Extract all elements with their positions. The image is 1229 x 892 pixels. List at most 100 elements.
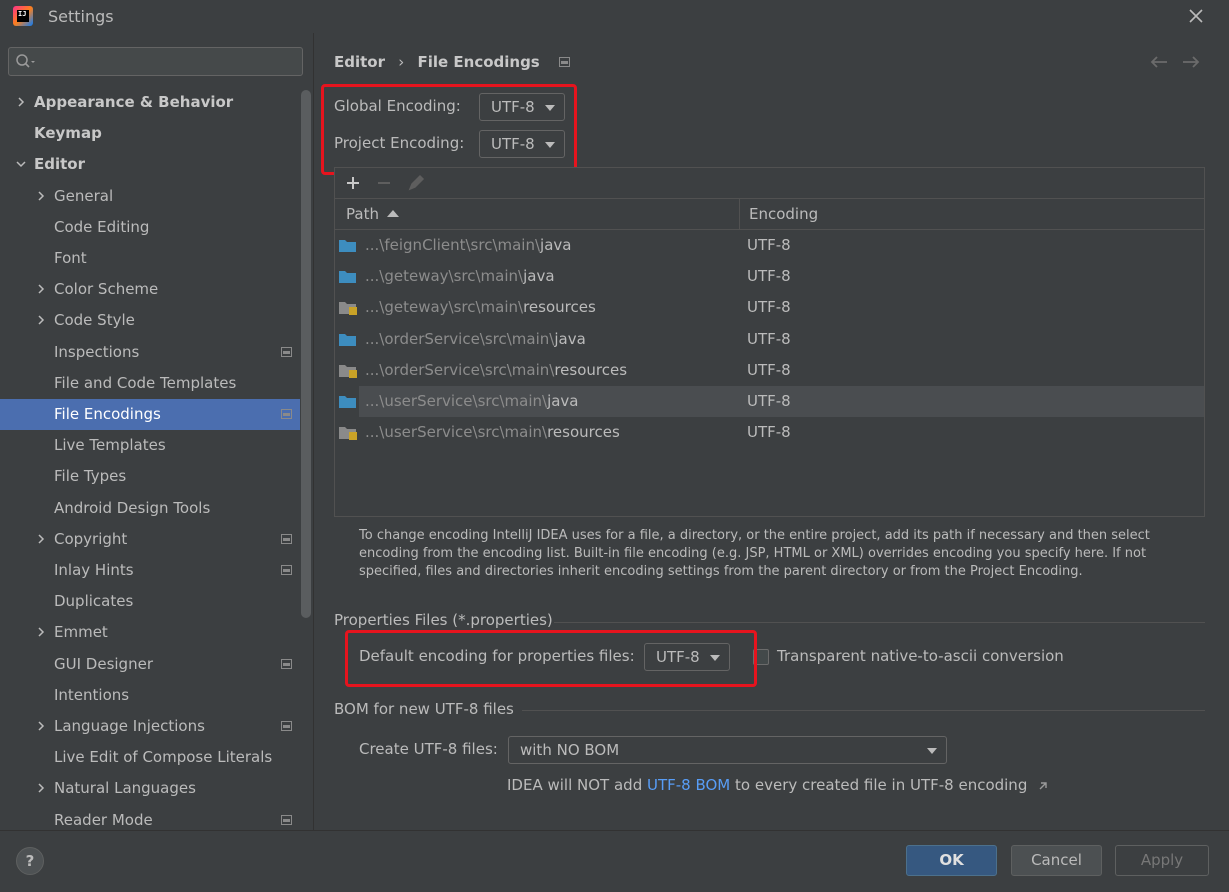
intellij-logo-icon: IJ (13, 6, 33, 26)
help-button[interactable]: ? (16, 847, 44, 875)
sidebar-item[interactable]: General (0, 181, 300, 212)
sidebar-item[interactable]: Live Edit of Compose Literals (0, 742, 300, 773)
encoding-cell[interactable]: UTF-8 (747, 230, 791, 261)
utf8-bom-link[interactable]: UTF-8 BOM (647, 776, 730, 794)
chevron-right-icon[interactable] (36, 284, 46, 294)
path-cell: ...\geteway\src\main\java (365, 261, 555, 292)
table-toolbar (335, 168, 1204, 198)
encoding-cell[interactable]: UTF-8 (747, 324, 791, 355)
project-encoding-select[interactable]: UTF-8 (479, 130, 565, 158)
column-header-encoding[interactable]: Encoding (749, 199, 818, 229)
table-row[interactable]: ...\orderService\src\main\java UTF-8 (335, 324, 1204, 355)
sidebar-item[interactable]: GUI Designer (0, 649, 300, 680)
sidebar-item[interactable]: Code Style (0, 305, 300, 336)
table-row[interactable]: ...\userService\src\main\resources UTF-8 (335, 417, 1204, 448)
sidebar-item[interactable]: Emmet (0, 617, 300, 648)
sidebar-item[interactable]: Natural Languages (0, 773, 300, 804)
chevron-right-icon[interactable] (36, 627, 46, 637)
sidebar-item[interactable]: Android Design Tools (0, 493, 300, 524)
remove-icon[interactable] (373, 172, 395, 194)
global-encoding-select[interactable]: UTF-8 (479, 93, 565, 121)
chevron-right-icon[interactable] (36, 191, 46, 201)
source-folder-icon (339, 396, 356, 408)
sidebar-item-label: Emmet (54, 623, 108, 642)
properties-encoding-label: Default encoding for properties files: (359, 647, 635, 665)
sidebar-item[interactable]: File Encodings (0, 399, 300, 430)
project-scope-icon (281, 814, 292, 825)
table-row[interactable]: ...\orderService\src\main\resources UTF-8 (335, 355, 1204, 386)
sidebar-item[interactable]: Intentions (0, 680, 300, 711)
external-link-icon (1039, 782, 1047, 790)
chevron-down-icon[interactable] (16, 159, 26, 169)
path-prefix: ...\geteway\src\main\ (365, 298, 524, 317)
table-row[interactable]: ...\geteway\src\main\java UTF-8 (335, 261, 1204, 292)
apply-button[interactable]: Apply (1115, 845, 1209, 876)
sidebar-item[interactable]: Keymap (0, 118, 300, 149)
chevron-right-icon[interactable] (36, 315, 46, 325)
search-field[interactable] (8, 47, 303, 76)
search-input[interactable] (43, 51, 293, 72)
table-row[interactable]: ...\feignClient\src\main\java UTF-8 (335, 230, 1204, 261)
sidebar-item-label: Code Style (54, 311, 135, 330)
column-divider[interactable] (739, 199, 740, 229)
breadcrumb-parent[interactable]: Editor (334, 53, 385, 71)
table-row[interactable]: ...\geteway\src\main\resources UTF-8 (335, 292, 1204, 323)
chevron-right-icon[interactable] (36, 783, 46, 793)
properties-encoding-select[interactable]: UTF-8 (644, 643, 730, 671)
chevron-right-icon[interactable] (36, 721, 46, 731)
sidebar-item[interactable]: Copyright (0, 524, 300, 555)
path-cell: ...\feignClient\src\main\java (365, 230, 571, 261)
sidebar-item[interactable]: Font (0, 243, 300, 274)
sidebar-item[interactable]: Inspections (0, 337, 300, 368)
ok-button[interactable]: OK (906, 845, 997, 876)
chevron-right-icon[interactable] (16, 97, 26, 107)
table-row[interactable]: ...\userService\src\main\java UTF-8 (339, 386, 1204, 417)
add-icon[interactable] (342, 172, 364, 194)
native-to-ascii-label[interactable]: Transparent native-to-ascii conversion (777, 647, 1064, 665)
bom-hint-prefix: IDEA will NOT add (507, 776, 647, 794)
section-divider (554, 622, 1205, 623)
sidebar-item-label: Inspections (54, 342, 140, 361)
edit-icon[interactable] (405, 172, 427, 194)
close-icon[interactable] (1185, 5, 1207, 27)
resources-folder-icon (339, 302, 357, 316)
bom-select-value: with NO BOM (520, 741, 620, 759)
cancel-button[interactable]: Cancel (1011, 845, 1102, 876)
source-folder-icon (339, 333, 356, 346)
sidebar-item[interactable]: Code Editing (0, 212, 300, 243)
sidebar-item[interactable]: File Types (0, 461, 300, 492)
sidebar-item-label: File and Code Templates (54, 373, 237, 392)
sidebar-item[interactable]: Editor (0, 149, 300, 180)
sidebar-item[interactable]: Language Injections (0, 711, 300, 742)
project-scope-icon (558, 56, 570, 67)
chevron-right-icon[interactable] (36, 534, 46, 544)
global-encoding-label: Global Encoding: (334, 97, 461, 115)
create-utf8-label: Create UTF-8 files: (359, 740, 498, 758)
encoding-cell[interactable]: UTF-8 (747, 417, 791, 448)
back-arrow-icon[interactable] (1148, 53, 1170, 71)
sidebar-item[interactable]: Reader Mode (0, 805, 300, 830)
path-leaf: java (540, 236, 572, 254)
bom-select[interactable]: with NO BOM (508, 736, 947, 764)
native-to-ascii-checkbox[interactable] (753, 649, 769, 665)
global-encoding-value: UTF-8 (491, 98, 535, 116)
resources-folder-icon (339, 364, 357, 378)
path-leaf: java (523, 267, 555, 286)
sidebar-item[interactable]: Color Scheme (0, 274, 300, 305)
sidebar-item[interactable]: Duplicates (0, 586, 300, 617)
encoding-cell[interactable]: UTF-8 (747, 261, 791, 292)
sidebar-item-label: Color Scheme (54, 280, 159, 299)
sidebar-item-label: Android Design Tools (54, 498, 211, 517)
sidebar-item[interactable]: Live Templates (0, 430, 300, 461)
encoding-cell[interactable]: UTF-8 (747, 292, 791, 323)
column-header-path[interactable]: Path (346, 199, 399, 229)
sidebar-item[interactable]: Inlay Hints (0, 555, 300, 586)
encoding-cell[interactable]: UTF-8 (747, 386, 791, 417)
sidebar-item[interactable]: Appearance & Behavior (0, 87, 300, 118)
path-cell: ...\orderService\src\main\java (365, 324, 586, 355)
encoding-cell[interactable]: UTF-8 (747, 355, 791, 386)
sidebar-scrollbar[interactable] (301, 90, 311, 618)
project-scope-icon (281, 721, 292, 731)
sidebar-item[interactable]: File and Code Templates (0, 368, 300, 399)
forward-arrow-icon[interactable] (1180, 53, 1202, 71)
